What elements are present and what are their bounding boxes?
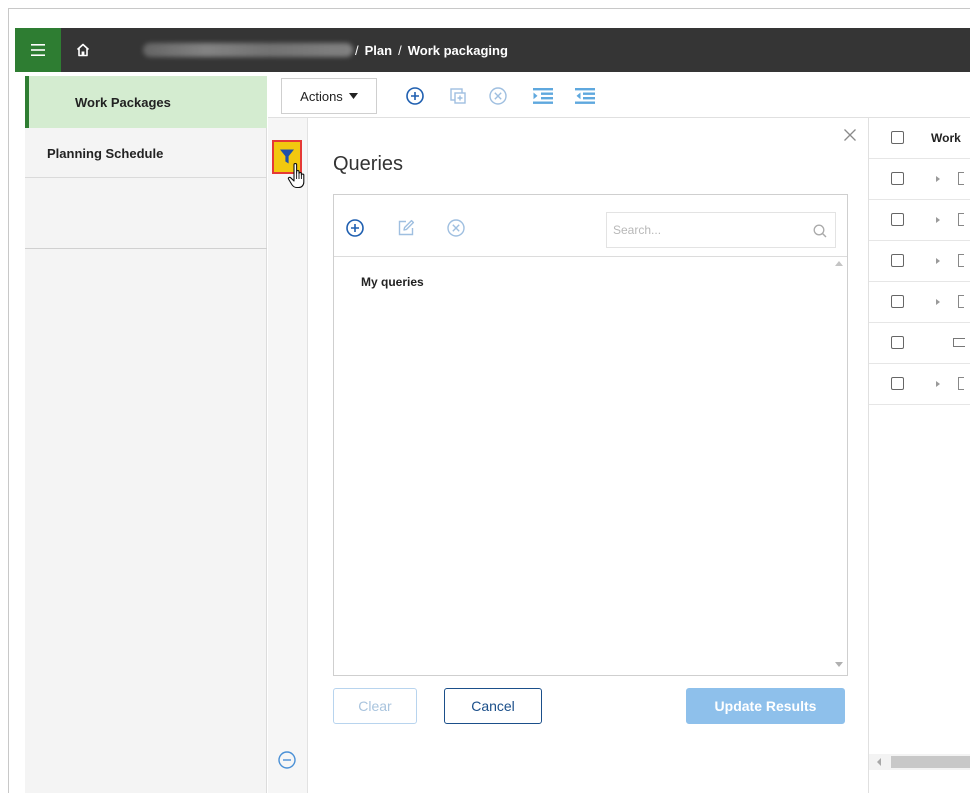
breadcrumb-work-packaging[interactable]: Work packaging bbox=[408, 43, 508, 58]
scroll-down-arrow-icon[interactable] bbox=[835, 662, 843, 667]
copy-add-icon bbox=[450, 88, 466, 104]
grid-column-header[interactable]: Work bbox=[931, 131, 961, 145]
actions-dropdown[interactable]: Actions bbox=[281, 78, 377, 114]
expand-arrow-icon[interactable] bbox=[936, 299, 940, 305]
delete-query-button[interactable] bbox=[445, 217, 467, 239]
nav-item-label: Planning Schedule bbox=[47, 146, 164, 161]
row-checkbox[interactable] bbox=[891, 213, 904, 226]
breadcrumb: / Plan / Work packaging bbox=[355, 28, 508, 72]
nav-item-label: Work Packages bbox=[75, 94, 171, 110]
search-icon[interactable] bbox=[812, 223, 828, 239]
edit-query-button[interactable] bbox=[395, 217, 417, 239]
expand-arrow-icon[interactable] bbox=[936, 176, 940, 182]
caret-down-icon bbox=[348, 93, 358, 99]
grid-header-row: Work bbox=[869, 118, 970, 159]
table-row[interactable] bbox=[869, 364, 970, 405]
update-results-button[interactable]: Update Results bbox=[686, 688, 845, 724]
filter-strip bbox=[268, 118, 308, 793]
add-icon bbox=[406, 87, 424, 105]
row-checkbox[interactable] bbox=[891, 254, 904, 267]
queries-toolbar bbox=[334, 195, 847, 257]
hand-cursor-icon bbox=[287, 163, 305, 189]
nav-divider bbox=[25, 248, 267, 249]
menu-button[interactable] bbox=[15, 28, 61, 72]
toolbar: Actions bbox=[268, 74, 970, 118]
folder-icon bbox=[958, 377, 964, 390]
expand-arrow-icon[interactable] bbox=[936, 217, 940, 223]
table-row[interactable] bbox=[869, 241, 970, 282]
scroll-up-arrow-icon[interactable] bbox=[835, 261, 843, 266]
actions-label: Actions bbox=[300, 88, 343, 104]
folder-icon bbox=[953, 338, 965, 347]
folder-icon bbox=[958, 295, 964, 308]
delete-icon bbox=[447, 219, 465, 237]
panel-title: Queries bbox=[333, 153, 404, 175]
collapse-button[interactable] bbox=[277, 750, 297, 770]
table-row[interactable] bbox=[869, 200, 970, 241]
row-checkbox[interactable] bbox=[891, 377, 904, 390]
breadcrumb-separator: / bbox=[355, 42, 359, 58]
add-query-button[interactable] bbox=[344, 217, 366, 239]
row-checkbox[interactable] bbox=[891, 336, 904, 349]
add-icon bbox=[346, 219, 364, 237]
nav-item-planning-schedule[interactable]: Planning Schedule bbox=[25, 128, 267, 178]
home-button[interactable] bbox=[61, 28, 105, 72]
top-bar: / Plan / Work packaging bbox=[15, 28, 970, 72]
close-panel-button[interactable] bbox=[841, 126, 859, 144]
scrollbar-thumb[interactable] bbox=[891, 756, 970, 768]
close-icon bbox=[844, 129, 856, 141]
breadcrumb-plan[interactable]: Plan bbox=[365, 43, 392, 58]
horizontal-scrollbar[interactable] bbox=[869, 754, 970, 770]
search-box bbox=[606, 212, 836, 248]
delete-icon bbox=[489, 87, 507, 105]
expand-arrow-icon[interactable] bbox=[936, 258, 940, 264]
work-packages-grid: Work bbox=[868, 118, 970, 793]
indent-button[interactable] bbox=[532, 85, 554, 107]
select-all-checkbox[interactable] bbox=[891, 131, 904, 144]
folder-icon bbox=[958, 254, 964, 267]
expand-arrow-icon[interactable] bbox=[936, 381, 940, 387]
edit-icon bbox=[398, 219, 415, 236]
queries-panel: Queries Search... My queries Clear Cance… bbox=[308, 118, 868, 793]
redacted-project-name bbox=[143, 43, 353, 57]
add-button[interactable] bbox=[404, 85, 426, 107]
table-row[interactable] bbox=[869, 323, 970, 364]
indent-icon bbox=[533, 88, 553, 104]
scroll-left-arrow-icon[interactable] bbox=[877, 758, 881, 766]
row-checkbox[interactable] bbox=[891, 295, 904, 308]
folder-icon bbox=[958, 213, 964, 226]
table-row[interactable] bbox=[869, 159, 970, 200]
table-row[interactable] bbox=[869, 282, 970, 323]
folder-icon bbox=[958, 172, 964, 185]
vertical-scrollbar[interactable] bbox=[831, 257, 847, 675]
row-checkbox[interactable] bbox=[891, 172, 904, 185]
hamburger-icon bbox=[31, 44, 45, 56]
clear-button[interactable]: Clear bbox=[333, 688, 417, 724]
search-input[interactable] bbox=[607, 213, 807, 247]
outdent-button[interactable] bbox=[574, 85, 596, 107]
copy-add-button[interactable] bbox=[447, 85, 469, 107]
queries-box: My queries bbox=[333, 194, 848, 676]
minus-circle-icon bbox=[278, 751, 296, 769]
delete-button[interactable] bbox=[487, 85, 509, 107]
tree-item-my-queries[interactable]: My queries bbox=[361, 275, 424, 289]
breadcrumb-separator: / bbox=[398, 42, 402, 58]
cancel-button[interactable]: Cancel bbox=[444, 688, 542, 724]
home-icon bbox=[76, 43, 90, 57]
outdent-icon bbox=[575, 88, 595, 104]
left-nav: Work Packages Planning Schedule bbox=[25, 76, 267, 793]
nav-item-work-packages[interactable]: Work Packages bbox=[25, 76, 267, 128]
